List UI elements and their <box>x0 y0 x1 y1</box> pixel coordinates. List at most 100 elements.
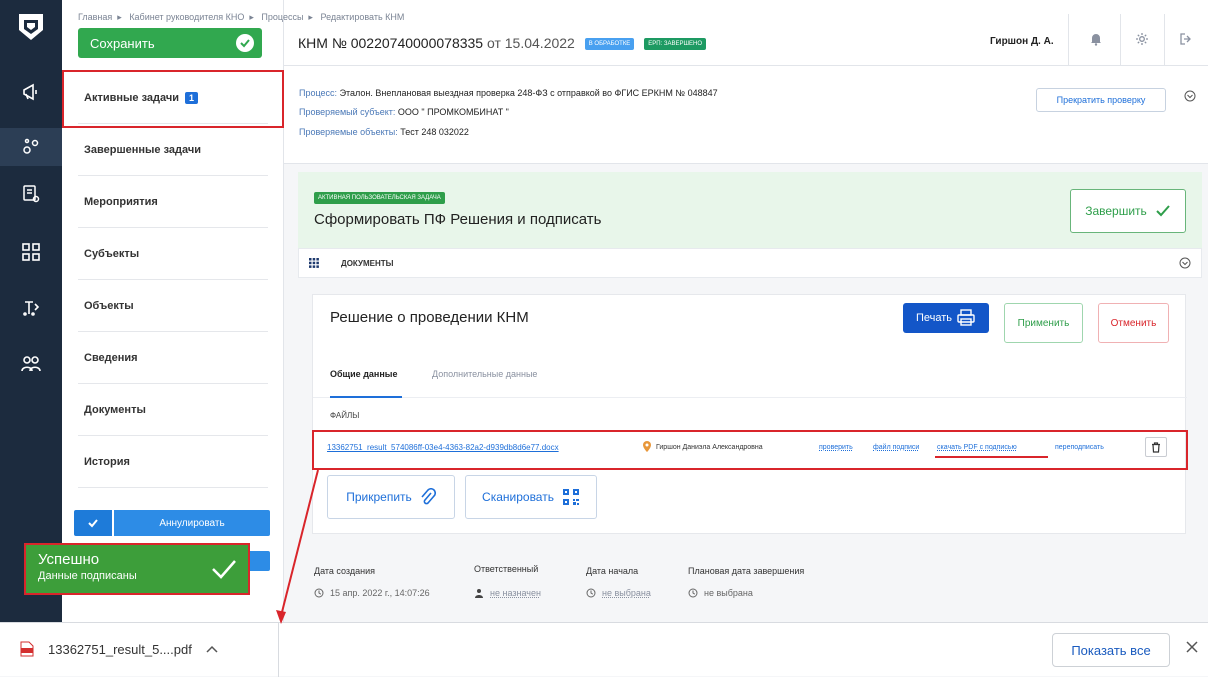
planned-end-value-row: не выбрана <box>688 588 753 598</box>
attach-button[interactable]: Прикрепить <box>327 475 455 519</box>
created-value: 15 апр. 2022 г., 14:07:26 <box>330 588 430 598</box>
divider <box>313 397 1187 398</box>
chevron-up-icon[interactable] <box>206 645 218 653</box>
breadcrumb-item[interactable]: Процессы <box>261 12 303 22</box>
tab-general[interactable]: Общие данные <box>330 369 397 379</box>
process-value: Эталон. Внеплановая выездная проверка 24… <box>339 88 718 98</box>
tab-additional[interactable]: Дополнительные данные <box>432 369 537 379</box>
nav-label: Субъекты <box>84 247 140 260</box>
document-title: Решение о проведении КНМ <box>330 309 529 326</box>
gears-icon[interactable] <box>0 128 62 166</box>
responsible-label: Ответственный <box>474 564 539 574</box>
status-badge: ЕРП: ЗАВЕРШЕНО <box>644 38 706 51</box>
clock-icon <box>688 588 698 598</box>
start-value: не выбрана <box>602 588 651 598</box>
task-meta: Дата создания Ответственный Дата начала … <box>298 546 1202 616</box>
status-badge: В ОБРАБОТКЕ <box>584 38 635 51</box>
save-button-label: Сохранить <box>90 35 155 51</box>
nav-history[interactable]: История <box>78 436 268 488</box>
scan-label: Сканировать <box>482 490 554 504</box>
divider <box>1120 14 1121 66</box>
objects-label: Проверяемые объекты: <box>299 127 398 137</box>
pdf-icon <box>20 641 34 657</box>
nav-label: Объекты <box>84 299 134 312</box>
finish-button[interactable]: Завершить <box>1070 189 1186 233</box>
nav-label: Документы <box>84 403 146 416</box>
breadcrumb-item: Редактировать КНМ <box>320 12 405 22</box>
check-icon <box>74 510 112 536</box>
nav-label: Сведения <box>84 351 138 364</box>
check-icon <box>1156 205 1170 217</box>
task-status-badge: АКТИВНАЯ ПОЛЬЗОВАТЕЛЬСКАЯ ЗАДАЧА <box>314 192 445 204</box>
logout-icon[interactable] <box>1176 29 1196 49</box>
browser-download-bar: 13362751_result_5....pdf Показать все <box>0 622 1208 677</box>
breadcrumb-item[interactable]: Главная <box>78 12 112 22</box>
files-label: ФАЙЛЫ <box>330 411 360 420</box>
toast-underlying-button[interactable] <box>250 551 270 571</box>
nav-events[interactable]: Мероприятия <box>78 176 268 228</box>
divider <box>278 623 279 677</box>
show-all-button[interactable]: Показать все <box>1052 633 1170 667</box>
annul-label: Аннулировать <box>114 510 270 536</box>
start-value-row[interactable]: не выбрана <box>586 588 651 598</box>
nav-label: История <box>84 455 130 468</box>
planned-end-label: Плановая дата завершения <box>688 566 805 576</box>
hierarchy-icon[interactable] <box>17 294 45 322</box>
divider <box>1164 14 1165 66</box>
nav-completed-tasks[interactable]: Завершенные задачи <box>78 124 268 176</box>
breadcrumb: Главная ▸ Кабинет руководителя КНО ▸ Проце… <box>78 12 405 22</box>
start-label: Дата начала <box>586 566 639 576</box>
download-item[interactable]: 13362751_result_5....pdf <box>20 641 218 657</box>
annotation-box-file-row <box>312 430 1188 470</box>
bell-icon[interactable] <box>1086 29 1106 49</box>
user-name[interactable]: Гиршон Д. А. <box>990 36 1054 47</box>
process-info: Процесс: Эталон. Внеплановая выездная пр… <box>284 66 1208 164</box>
nav-info[interactable]: Сведения <box>78 332 268 384</box>
subject-value: ООО " ПРОМКОМБИНАТ " <box>397 107 509 117</box>
print-label: Печать <box>915 312 953 324</box>
print-button[interactable]: Печать <box>903 303 989 333</box>
scan-button[interactable]: Сканировать <box>465 475 597 519</box>
objects-value: Тест 248 032022 <box>400 127 469 137</box>
subject-label: Проверяемый субъект: <box>299 107 396 117</box>
save-button[interactable]: Сохранить <box>78 28 262 58</box>
chevron-down-icon[interactable] <box>1179 257 1191 269</box>
process-label: Процесс: <box>299 88 338 98</box>
finish-label: Завершить <box>1085 204 1147 218</box>
clock-icon <box>314 588 324 598</box>
breadcrumb-item[interactable]: Кабинет руководителя КНО <box>129 12 244 22</box>
responsible-value: не назначен <box>490 588 541 598</box>
nav-subjects[interactable]: Субъекты <box>78 228 268 280</box>
annul-button[interactable]: Аннулировать <box>74 510 270 536</box>
nav-documents[interactable]: Документы <box>78 384 268 436</box>
shield-logo-icon[interactable] <box>17 12 45 42</box>
qr-icon <box>562 489 579 505</box>
nav-label: Мероприятия <box>84 195 158 208</box>
grid-icon <box>309 258 319 268</box>
title-date: от 15.04.2022 <box>486 35 575 51</box>
users-icon[interactable] <box>17 350 45 378</box>
page-title: КНМ № 00220740000078335 от 15.04.2022 В … <box>298 35 706 51</box>
created-label: Дата создания <box>314 566 375 576</box>
chevron-down-icon[interactable] <box>1184 90 1196 102</box>
gear-icon[interactable] <box>1132 29 1152 49</box>
document-search-icon[interactable] <box>17 180 45 208</box>
check-icon <box>236 34 254 52</box>
success-toast: Успешно Данные подписаны <box>24 543 250 595</box>
responsible-value-row[interactable]: не назначен <box>474 588 541 598</box>
documents-section-header[interactable]: ДОКУМЕНТЫ <box>298 248 1202 278</box>
stop-check-button[interactable]: Прекратить проверку <box>1036 88 1166 112</box>
close-icon[interactable] <box>1185 640 1199 654</box>
nav-label: Завершенные задачи <box>84 143 202 156</box>
cancel-button[interactable]: Отменить <box>1098 303 1169 343</box>
apply-button[interactable]: Применить <box>1004 303 1083 343</box>
icon-rail <box>0 0 62 622</box>
title-number: КНМ № 00220740000078335 <box>298 35 484 51</box>
grid-icon[interactable] <box>17 238 45 266</box>
paperclip-icon <box>421 488 436 505</box>
nav-objects[interactable]: Объекты <box>78 280 268 332</box>
divider <box>1068 14 1069 66</box>
download-file-name: 13362751_result_5....pdf <box>48 641 192 657</box>
megaphone-icon[interactable] <box>17 78 45 106</box>
document-card: Решение о проведении КНМ Печать Применит… <box>312 294 1187 534</box>
